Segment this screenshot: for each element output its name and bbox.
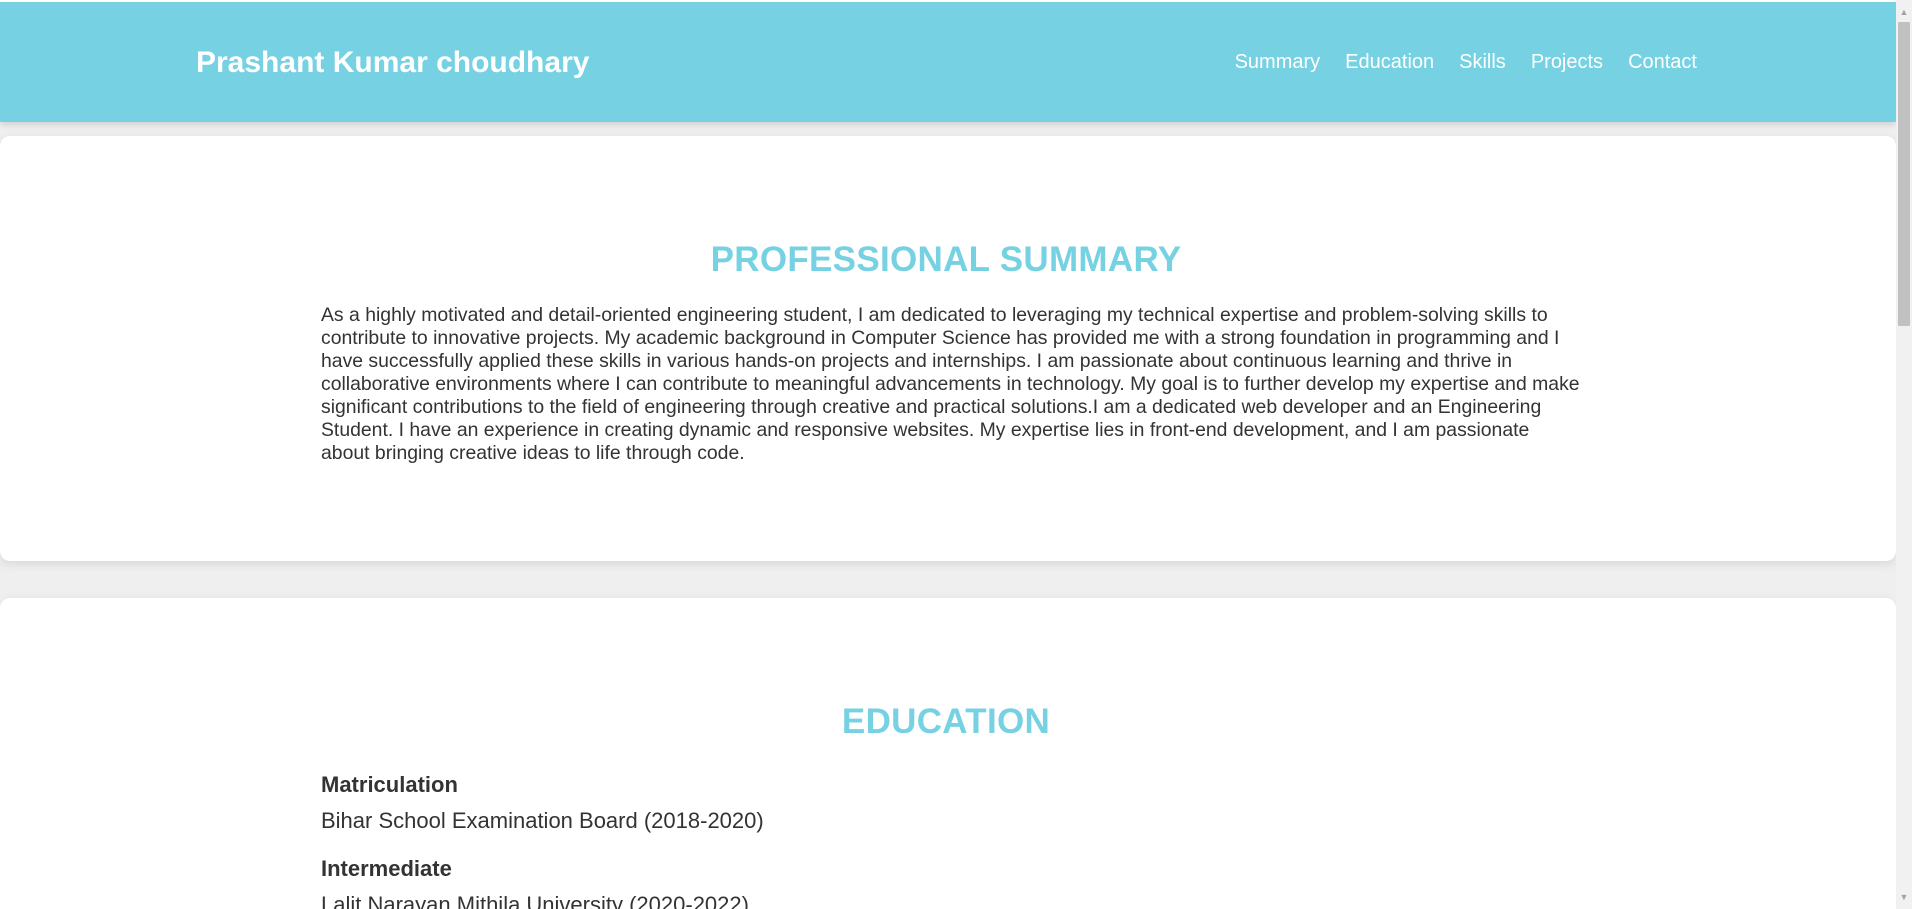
education-detail: Bihar School Examination Board (2018-202… <box>321 808 764 833</box>
site-title: Prashant Kumar choudhary <box>196 46 590 79</box>
education-level: Intermediate <box>321 856 452 881</box>
nav-link-summary[interactable]: Summary <box>1235 51 1321 74</box>
summary-heading: PROFESSIONAL SUMMARY <box>710 240 1182 279</box>
nav-link-projects[interactable]: Projects <box>1531 51 1603 74</box>
education-entry: Matriculation Bihar School Examination B… <box>321 772 1581 834</box>
nav-link-education[interactable]: Education <box>1345 51 1434 74</box>
scroll-down-arrow-icon[interactable]: ▼ <box>1896 889 1912 905</box>
education-heading: EDUCATION <box>841 702 1051 741</box>
summary-section: PROFESSIONAL SUMMARY As a highly motivat… <box>0 136 1896 561</box>
summary-text: As a highly motivated and detail-oriente… <box>321 304 1580 464</box>
scroll-up-arrow-icon[interactable]: ▲ <box>1896 4 1912 20</box>
nav-link-contact[interactable]: Contact <box>1628 51 1697 74</box>
main-nav: Summary Education Skills Projects Contac… <box>1235 51 1697 74</box>
site-header: Prashant Kumar choudhary Summary Educati… <box>0 0 1896 122</box>
scrollbar-thumb[interactable] <box>1898 22 1910 326</box>
education-entry: Intermediate Lalit Narayan Mithila Unive… <box>321 856 1581 909</box>
vertical-scrollbar[interactable]: ▲ ▼ <box>1896 0 1912 909</box>
education-section: EDUCATION Matriculation Bihar School Exa… <box>0 598 1896 909</box>
education-level: Matriculation <box>321 772 458 797</box>
page-viewport: Prashant Kumar choudhary Summary Educati… <box>0 0 1912 909</box>
nav-link-skills[interactable]: Skills <box>1459 51 1506 74</box>
education-detail: Lalit Narayan Mithila University (2020-2… <box>321 892 749 909</box>
